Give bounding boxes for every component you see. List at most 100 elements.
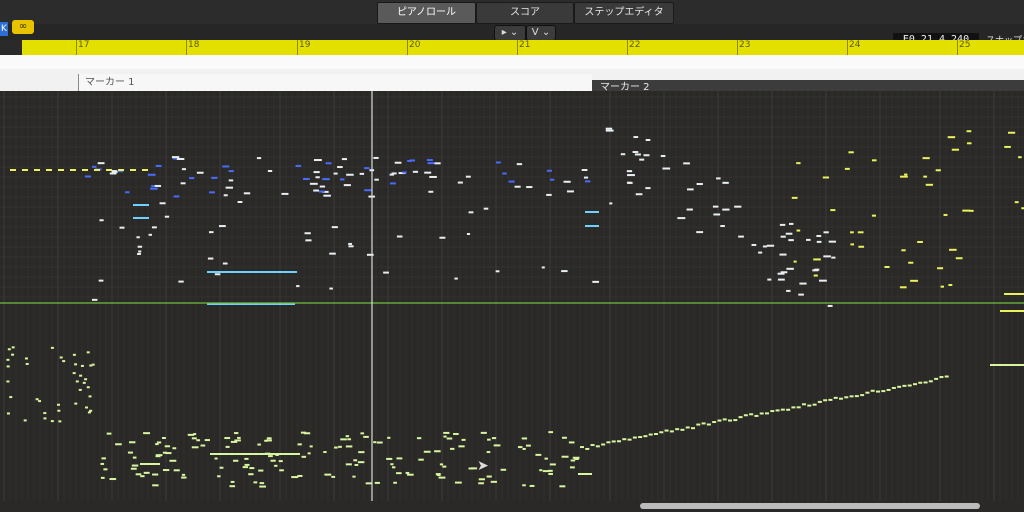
midi-note[interactable]: [948, 283, 953, 286]
midi-note[interactable]: [802, 403, 806, 406]
midi-note[interactable]: [685, 426, 690, 429]
midi-note[interactable]: [779, 223, 786, 226]
midi-note[interactable]: [228, 170, 234, 173]
midi-note[interactable]: [947, 136, 956, 139]
midi-note[interactable]: [394, 161, 402, 164]
midi-note[interactable]: [870, 389, 875, 392]
midi-note[interactable]: [222, 165, 230, 168]
midi-note[interactable]: [1004, 145, 1011, 148]
midi-note[interactable]: [278, 460, 283, 463]
midi-note[interactable]: [131, 464, 139, 467]
midi-note[interactable]: [38, 400, 42, 403]
midi-note[interactable]: [23, 419, 27, 422]
midi-note[interactable]: [548, 472, 553, 475]
midi-note[interactable]: [910, 279, 918, 282]
midi-note[interactable]: [334, 446, 338, 449]
midi-note[interactable]: [807, 404, 812, 407]
midi-note[interactable]: [274, 464, 278, 467]
midi-note[interactable]: [605, 127, 613, 130]
midi-note[interactable]: [738, 235, 744, 238]
midi-note[interactable]: [720, 225, 725, 228]
midi-note[interactable]: [677, 217, 686, 220]
midi-note[interactable]: [645, 187, 651, 190]
midi-note[interactable]: [529, 484, 535, 487]
midi-note[interactable]: [951, 148, 960, 151]
midi-note[interactable]: [140, 475, 145, 478]
midi-note[interactable]: [266, 437, 272, 440]
midi-note[interactable]: [796, 406, 801, 409]
midi-note[interactable]: [738, 416, 743, 419]
midi-note[interactable]: [754, 414, 759, 417]
midi-note[interactable]: [147, 173, 156, 176]
midi-note[interactable]: [374, 178, 379, 181]
midi-note[interactable]: [258, 469, 264, 472]
midi-note[interactable]: [230, 480, 235, 483]
midi-note[interactable]: [295, 164, 302, 167]
midi-note[interactable]: [526, 186, 533, 189]
midi-note[interactable]: [923, 381, 928, 384]
midi-note[interactable]: [6, 358, 10, 361]
midi-note[interactable]: [966, 130, 972, 133]
midi-note[interactable]: [25, 362, 29, 365]
midi-note[interactable]: [899, 286, 907, 289]
midi-note[interactable]: [386, 457, 393, 460]
midi-note[interactable]: [237, 201, 243, 204]
midi-note[interactable]: [580, 446, 584, 449]
midi-note[interactable]: [322, 178, 330, 181]
midi-note[interactable]: [638, 436, 643, 439]
midi-note[interactable]: [119, 226, 125, 229]
midi-note[interactable]: [270, 459, 276, 462]
midi-note[interactable]: [313, 159, 322, 162]
midi-note[interactable]: [345, 463, 352, 466]
midi-note[interactable]: [331, 475, 336, 478]
midi-note[interactable]: [389, 182, 396, 185]
midi-note[interactable]: [559, 485, 566, 488]
midi-note[interactable]: [305, 239, 312, 242]
midi-note[interactable]: [46, 169, 52, 171]
midi-note[interactable]: [154, 184, 162, 187]
midi-note[interactable]: [358, 451, 365, 454]
midi-note[interactable]: [346, 173, 354, 176]
midi-note[interactable]: [89, 364, 93, 367]
midi-note[interactable]: [50, 346, 54, 349]
midi-note[interactable]: [43, 412, 47, 415]
v-tool-menu[interactable]: V ⌄: [526, 25, 556, 41]
midi-note[interactable]: [696, 183, 703, 186]
midi-note[interactable]: [97, 162, 105, 165]
midi-note[interactable]: [176, 158, 185, 161]
midi-note[interactable]: [416, 437, 422, 440]
midi-note[interactable]: [605, 129, 614, 132]
midi-note[interactable]: [142, 169, 148, 171]
midi-note[interactable]: [696, 423, 701, 426]
midi-note[interactable]: [717, 419, 722, 422]
midi-note[interactable]: [633, 136, 639, 139]
midi-note[interactable]: [324, 473, 332, 476]
midi-note[interactable]: [535, 453, 542, 456]
midi-note[interactable]: [94, 169, 100, 171]
midi-note[interactable]: [785, 232, 793, 235]
midi-note[interactable]: [568, 441, 575, 444]
midi-note[interactable]: [143, 432, 151, 435]
midi-note[interactable]: [151, 226, 157, 229]
midi-note[interactable]: [208, 231, 214, 234]
midi-note[interactable]: [722, 181, 729, 184]
midi-note[interactable]: [58, 420, 62, 423]
midi-note[interactable]: [148, 233, 153, 236]
midi-note[interactable]: [664, 429, 669, 432]
midi-note[interactable]: [643, 435, 648, 438]
midi-note[interactable]: [85, 406, 89, 409]
midi-note[interactable]: [701, 422, 706, 425]
midi-note[interactable]: [304, 232, 311, 235]
midi-note[interactable]: [454, 277, 458, 280]
midi-note[interactable]: [243, 192, 251, 195]
midi-note[interactable]: [364, 167, 370, 170]
midi-note[interactable]: [249, 467, 255, 470]
midi-note[interactable]: [734, 205, 742, 208]
midi-note[interactable]: [595, 445, 600, 448]
midi-note[interactable]: [762, 245, 768, 248]
midi-note[interactable]: [775, 409, 780, 412]
midi-note[interactable]: [827, 304, 833, 307]
midi-note[interactable]: [359, 172, 365, 175]
midi-note[interactable]: [130, 169, 136, 171]
midi-note[interactable]: [823, 255, 831, 258]
